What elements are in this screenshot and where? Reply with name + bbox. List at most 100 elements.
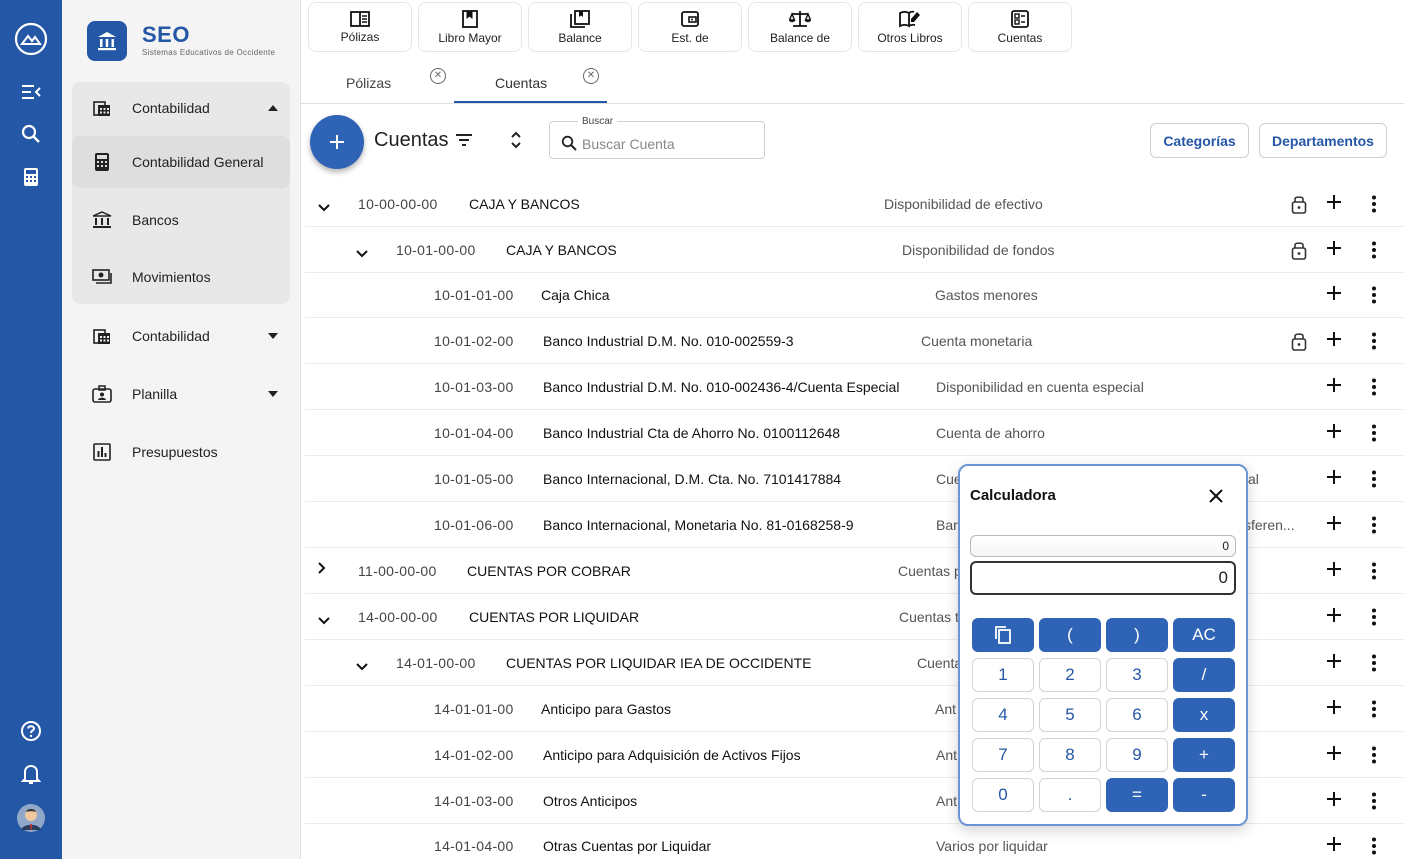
add-subaccount-icon[interactable]	[1326, 836, 1342, 855]
calc-key-equals[interactable]: =	[1106, 778, 1168, 812]
add-subaccount-icon[interactable]	[1326, 699, 1342, 718]
calc-key-0[interactable]: 0	[972, 778, 1034, 812]
calc-key-2[interactable]: 2	[1039, 658, 1101, 692]
categorias-button[interactable]: Categorías	[1150, 123, 1249, 158]
toolbar-polizas-button[interactable]: Pólizas	[308, 2, 412, 52]
calc-key-3[interactable]: 3	[1106, 658, 1168, 692]
calc-key-clear[interactable]: AC	[1173, 618, 1235, 652]
more-options-icon[interactable]	[1371, 286, 1377, 307]
sidebar-item-bancos[interactable]: Bancos	[72, 194, 290, 246]
calc-key-plus[interactable]: +	[1173, 738, 1235, 772]
table-row[interactable]: 10-01-02-00 Banco Industrial D.M. No. 010…	[305, 318, 1404, 364]
close-icon[interactable]	[1208, 488, 1224, 509]
add-subaccount-icon[interactable]	[1326, 423, 1342, 442]
add-subaccount-icon[interactable]	[1326, 607, 1342, 626]
chevron-down-icon[interactable]	[318, 199, 330, 215]
calculator-icon[interactable]	[0, 165, 62, 189]
toolbar-balance-button[interactable]: Balance	[528, 2, 632, 52]
more-options-icon[interactable]	[1371, 424, 1377, 445]
more-options-icon[interactable]	[1371, 195, 1377, 216]
calc-key-decimal[interactable]: .	[1039, 778, 1101, 812]
chevron-right-icon[interactable]	[318, 561, 326, 577]
table-row[interactable]: 10-00-00-00 CAJA Y BANCOS Disponibilidad d…	[305, 181, 1404, 227]
more-options-icon[interactable]	[1371, 241, 1377, 262]
table-row[interactable]: 10-01-04-00 Banco Industrial Cta de Ahorr…	[305, 410, 1404, 456]
calc-key-4[interactable]: 4	[972, 698, 1034, 732]
more-options-icon[interactable]	[1371, 746, 1377, 767]
chevron-down-icon[interactable]	[356, 658, 368, 674]
departamentos-button[interactable]: Departamentos	[1259, 123, 1387, 158]
calc-key-divide[interactable]: /	[1173, 658, 1235, 692]
add-subaccount-icon[interactable]	[1326, 469, 1342, 488]
add-subaccount-icon[interactable]	[1326, 653, 1342, 672]
toolbar-otros-libros-button[interactable]: Otros Libros	[858, 2, 962, 52]
brand-logo[interactable]	[87, 21, 127, 61]
collapse-menu-icon[interactable]	[0, 80, 62, 104]
toolbar-button-label: Pólizas	[340, 29, 380, 44]
calc-key-open-paren[interactable]: (	[1039, 618, 1101, 652]
filter-icon[interactable]	[455, 133, 473, 152]
close-tab-icon[interactable]: ✕	[430, 68, 446, 84]
sidebar-item-contabilidad-general[interactable]: Contabilidad General	[72, 136, 290, 188]
add-subaccount-icon[interactable]	[1326, 561, 1342, 580]
search-input[interactable]	[582, 136, 757, 152]
toolbar-balance-de-button[interactable]: Balance de	[748, 2, 852, 52]
notifications-bell-icon[interactable]	[0, 762, 62, 786]
more-options-icon[interactable]	[1371, 516, 1377, 537]
add-subaccount-icon[interactable]	[1326, 377, 1342, 396]
calc-copy-button[interactable]	[972, 618, 1034, 652]
sidebar-item-presupuestos[interactable]: Presupuestos	[72, 426, 290, 478]
tab-polizas[interactable]: Pólizas	[346, 62, 391, 103]
add-account-button[interactable]	[310, 115, 364, 169]
add-subaccount-icon[interactable]	[1326, 791, 1342, 810]
add-subaccount-icon[interactable]	[1326, 194, 1342, 213]
table-row[interactable]: 10-01-03-00 Banco Industrial D.M. No. 010…	[305, 364, 1404, 410]
calc-key-6[interactable]: 6	[1106, 698, 1168, 732]
sidebar-item-contabilidad[interactable]: Contabilidad	[72, 82, 290, 134]
lock-icon[interactable]	[1291, 240, 1307, 263]
more-options-icon[interactable]	[1371, 792, 1377, 813]
chevron-down-icon[interactable]	[318, 612, 330, 628]
more-options-icon[interactable]	[1371, 332, 1377, 353]
more-options-icon[interactable]	[1371, 654, 1377, 675]
more-options-icon[interactable]	[1371, 700, 1377, 721]
calc-key-close-paren[interactable]: )	[1106, 618, 1168, 652]
sort-icon[interactable]	[510, 130, 522, 155]
chevron-down-icon[interactable]	[356, 245, 368, 261]
calc-key-9[interactable]: 9	[1106, 738, 1168, 772]
help-icon[interactable]	[0, 719, 62, 743]
table-row[interactable]: 10-01-00-00 CAJA Y BANCOS Disponibilidad d…	[305, 227, 1404, 273]
calc-key-minus[interactable]: -	[1173, 778, 1235, 812]
calc-key-1[interactable]: 1	[972, 658, 1034, 692]
add-subaccount-icon[interactable]	[1326, 285, 1342, 304]
sidebar-item-planilla[interactable]: Planilla	[72, 368, 290, 420]
toolbar-libro-mayor-button[interactable]: Libro Mayor	[418, 2, 522, 52]
sidebar-item-contabilidad-2[interactable]: Contabilidad	[72, 310, 290, 362]
app-logo-icon[interactable]	[0, 20, 62, 58]
more-options-icon[interactable]	[1371, 608, 1377, 629]
more-options-icon[interactable]	[1371, 562, 1377, 583]
more-options-icon[interactable]	[1371, 378, 1377, 399]
lock-icon[interactable]	[1291, 331, 1307, 354]
add-subaccount-icon[interactable]	[1326, 515, 1342, 534]
toolbar-est-de-button[interactable]: Est. de	[638, 2, 742, 52]
add-subaccount-icon[interactable]	[1326, 240, 1342, 259]
add-subaccount-icon[interactable]	[1326, 331, 1342, 350]
table-row[interactable]: 10-01-01-00 Caja Chica Gastos menores	[305, 272, 1404, 318]
calc-key-5[interactable]: 5	[1039, 698, 1101, 732]
calculator-display[interactable]: 0	[970, 561, 1236, 595]
more-options-icon[interactable]	[1371, 470, 1377, 491]
calc-key-7[interactable]: 7	[972, 738, 1034, 772]
user-avatar[interactable]	[0, 803, 62, 833]
table-row[interactable]: 14-01-04-00 Otras Cuentas por Liquidar Var…	[305, 823, 1404, 859]
toolbar-cuentas-button[interactable]: Cuentas	[968, 2, 1072, 52]
lock-icon[interactable]	[1291, 194, 1307, 217]
search-icon[interactable]	[0, 122, 62, 146]
add-subaccount-icon[interactable]	[1326, 745, 1342, 764]
calc-key-multiply[interactable]: x	[1173, 698, 1235, 732]
sidebar-item-movimientos[interactable]: Movimientos	[72, 251, 290, 303]
more-options-icon[interactable]	[1371, 837, 1377, 858]
calc-key-8[interactable]: 8	[1039, 738, 1101, 772]
close-tab-icon[interactable]: ✕	[583, 68, 599, 84]
tab-cuentas[interactable]: Cuentas	[495, 62, 547, 103]
